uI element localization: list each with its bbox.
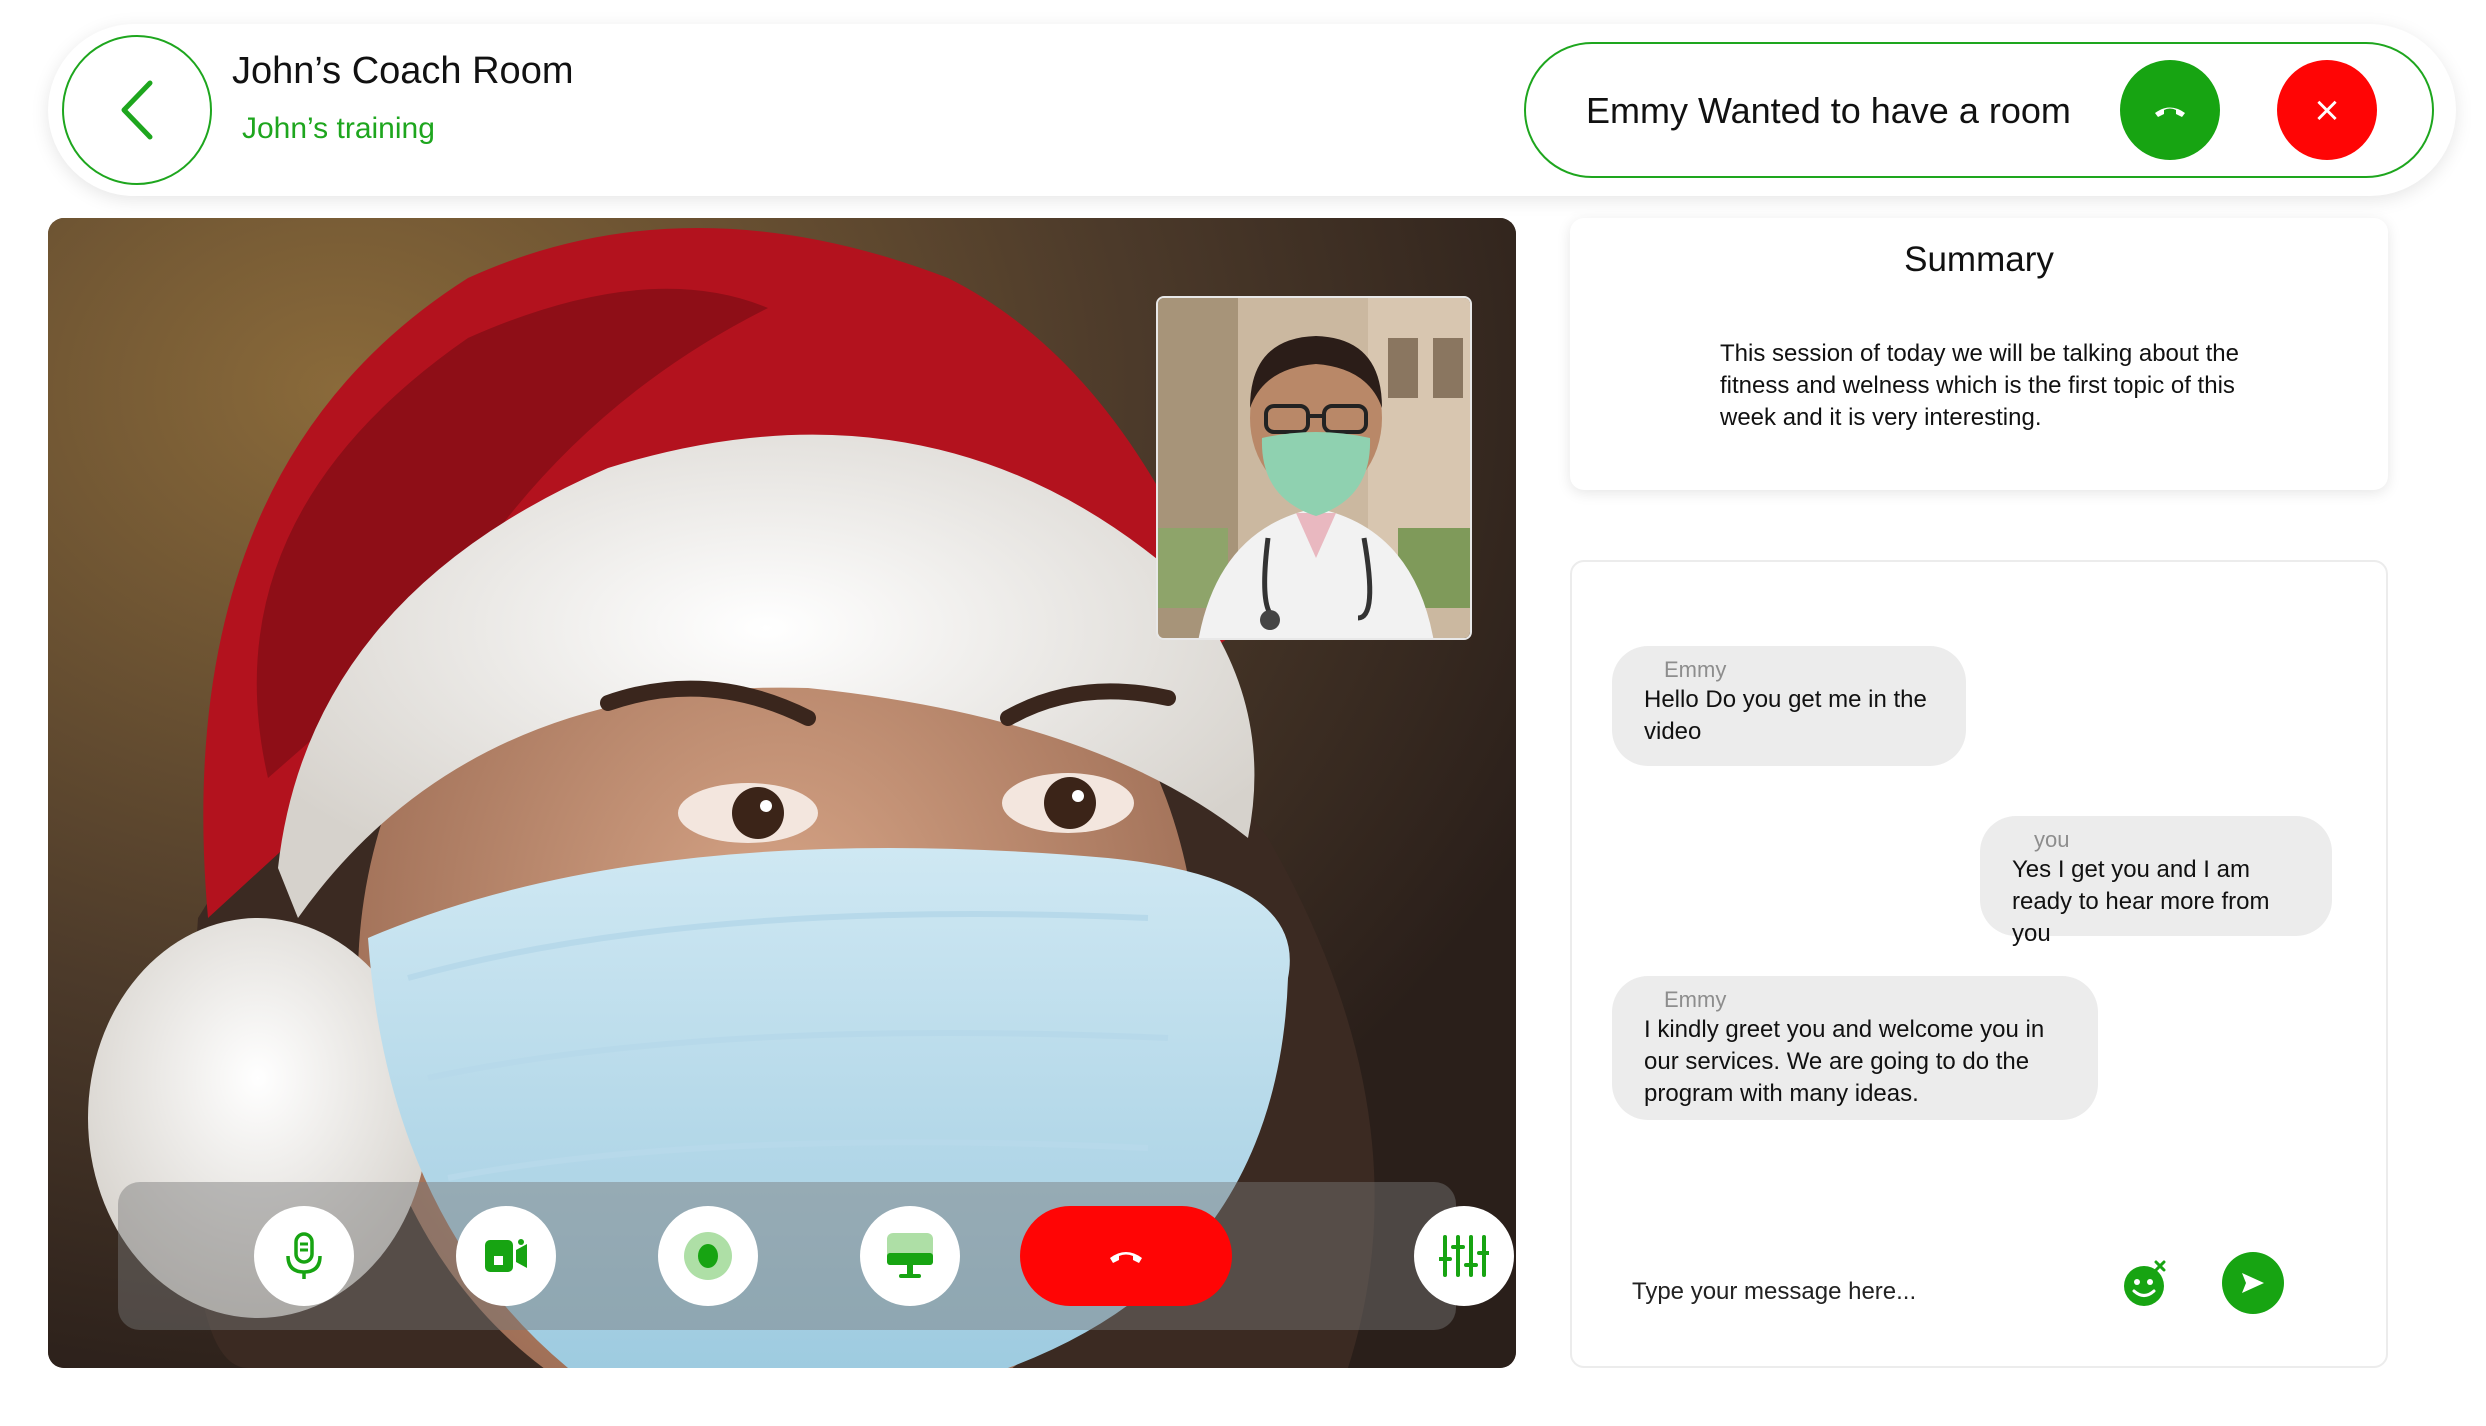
microphone-button[interactable] <box>254 1206 354 1306</box>
chat-message: Emmy I kindly greet you and welcome you … <box>1612 976 2098 1120</box>
self-view-video[interactable] <box>1156 296 1472 640</box>
header-bar: John’s Coach Room John’s training Emmy W… <box>48 24 2456 196</box>
room-subtitle: John’s training <box>242 112 435 145</box>
message-sender: Emmy <box>1664 987 1727 1012</box>
screen-share-button[interactable] <box>860 1206 960 1306</box>
message-sender: you <box>2034 827 2070 852</box>
summary-title: Summary <box>1904 240 2054 279</box>
main-video-feed <box>48 218 1516 1368</box>
screen-share-icon <box>887 1233 933 1278</box>
back-button[interactable] <box>62 35 212 185</box>
decline-call-button[interactable]: × <box>2277 60 2377 160</box>
chevron-left-icon <box>121 80 153 140</box>
chat-message: you Yes I get you and I am ready to hear… <box>1980 816 2332 947</box>
message-text: Yes I get you and I am ready to hear mor… <box>2012 856 2270 947</box>
record-icon <box>684 1232 732 1280</box>
chat-panel: Emmy Hello Do you get me in the video yo… <box>1570 560 2388 1368</box>
video-camera-icon <box>485 1239 527 1272</box>
doctor-participant-video <box>1158 298 1470 638</box>
message-text: Hello Do you get me in the video <box>1644 686 1927 745</box>
call-controls-bar <box>118 1182 1514 1330</box>
send-icon <box>2242 1273 2264 1293</box>
close-icon: × <box>2312 90 2342 130</box>
end-call-icon <box>1110 1252 1142 1263</box>
summary-text: This session of today we will be talking… <box>1720 340 2239 431</box>
accept-call-button[interactable] <box>2120 60 2220 160</box>
settings-sliders-icon <box>1439 1235 1489 1277</box>
end-call-button[interactable] <box>1020 1206 1232 1306</box>
phone-accept-icon <box>2155 107 2185 117</box>
message-input[interactable] <box>1632 1262 1992 1322</box>
send-button[interactable] <box>2222 1252 2284 1314</box>
message-sender: Emmy <box>1664 657 1727 682</box>
microphone-icon <box>286 1232 322 1279</box>
message-text: I kindly greet you and welcome you in ou… <box>1644 1016 2045 1107</box>
incoming-request-text: Emmy Wanted to have a room <box>1586 90 2071 131</box>
camera-button[interactable] <box>456 1206 556 1306</box>
chat-message: Emmy Hello Do you get me in the video <box>1612 646 1966 766</box>
incoming-room-request: Emmy Wanted to have a room × <box>1524 42 2434 178</box>
record-button[interactable] <box>658 1206 758 1306</box>
emoji-button[interactable] <box>2120 1258 2172 1310</box>
room-title: John’s Coach Room <box>232 50 574 92</box>
emoji-icon <box>2124 1260 2166 1306</box>
summary-panel: Summary This session of today we will be… <box>1570 218 2388 490</box>
settings-button[interactable] <box>1414 1206 1514 1306</box>
